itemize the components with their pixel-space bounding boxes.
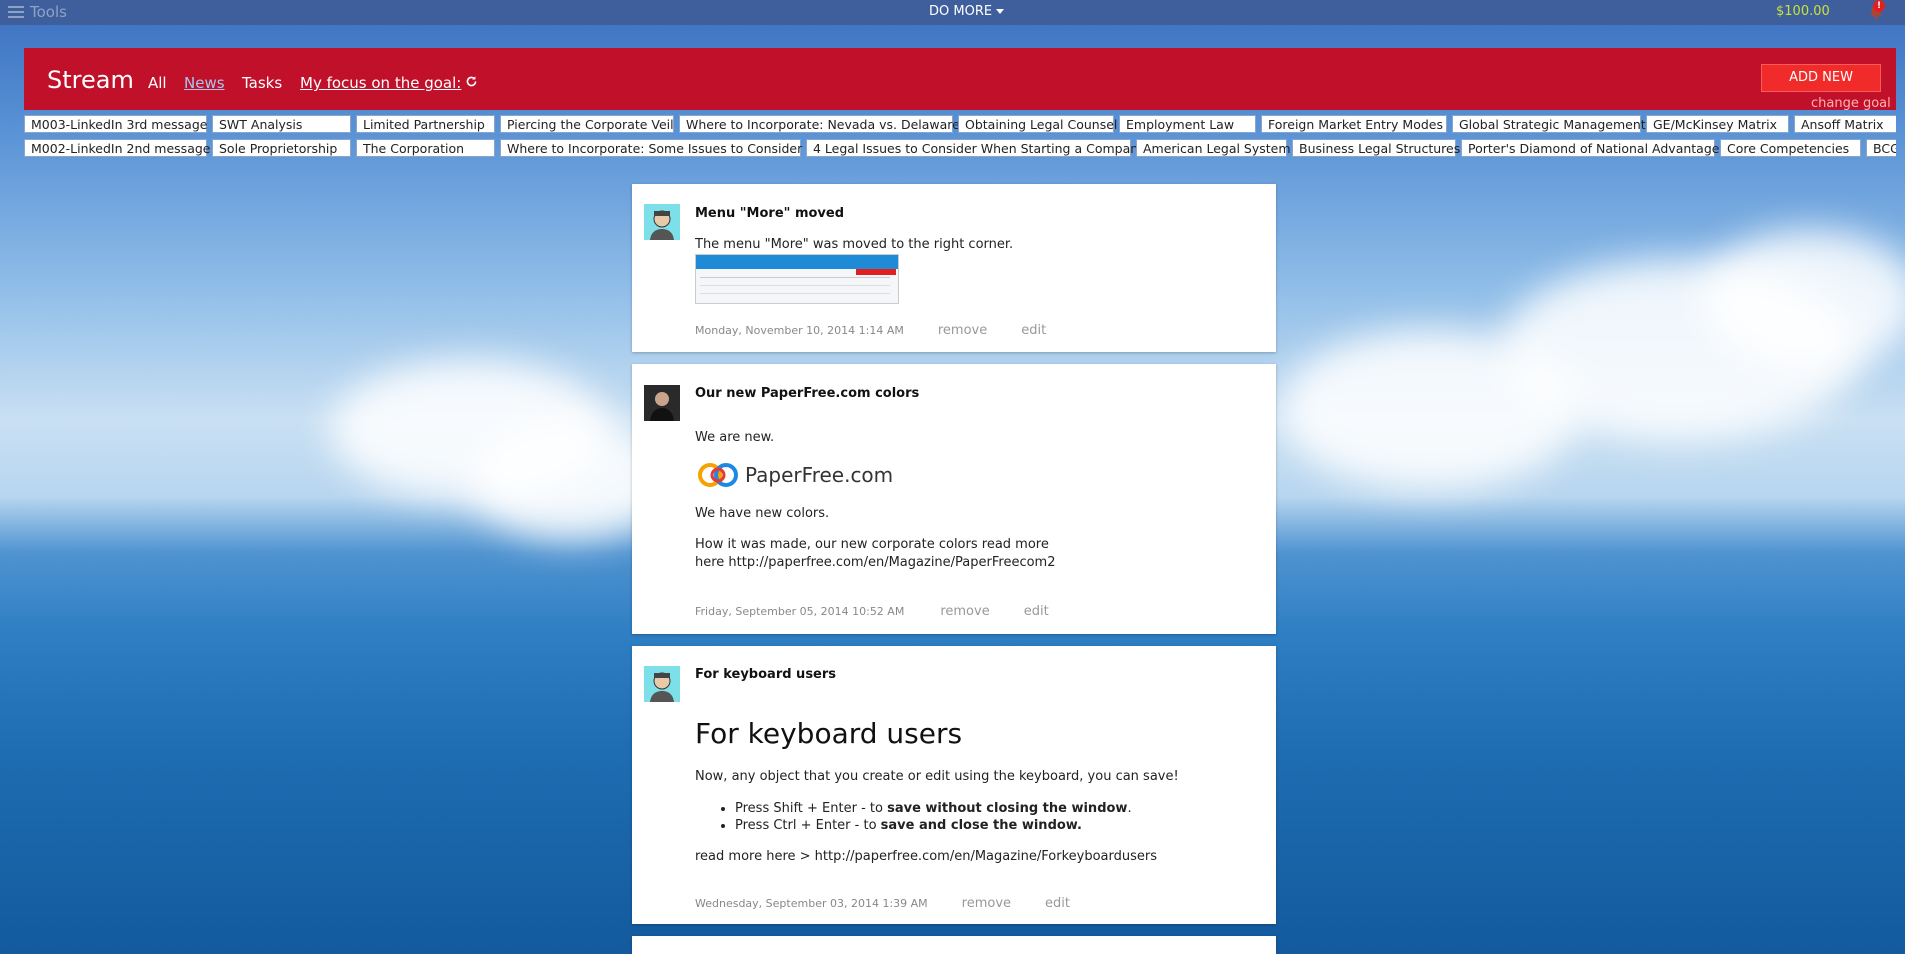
tab-all[interactable]: All xyxy=(148,74,167,92)
tag-chip[interactable]: Porter's Diamond of National Advantage xyxy=(1461,139,1719,157)
tab-my-focus-label: My focus on the goal: xyxy=(300,74,462,92)
post-text: We have new colors. xyxy=(695,506,830,521)
post-bullet-list: Press Shift + Enter - to save without cl… xyxy=(695,799,1132,835)
tag-chip[interactable]: M002-LinkedIn 2nd message xyxy=(24,139,210,157)
stream-header: Stream All News Tasks My focus on the go… xyxy=(24,48,1896,111)
tab-my-focus[interactable]: My focus on the goal: xyxy=(300,74,478,92)
tag-chip[interactable]: M003-LinkedIn 3rd message xyxy=(24,115,207,133)
chevron-down-icon xyxy=(996,9,1005,14)
post-title: Our new PaperFree.com colors xyxy=(695,386,920,401)
tag-chip[interactable]: BCG G xyxy=(1866,139,1896,157)
tag-chip[interactable]: American Legal System xyxy=(1136,139,1291,157)
logo-text: PaperFree.com xyxy=(745,463,894,487)
tag-chip[interactable]: Employment Law xyxy=(1119,115,1256,133)
post-heading: For keyboard users xyxy=(695,717,963,750)
avatar xyxy=(644,204,680,240)
post-title: Menu "More" moved xyxy=(695,206,845,221)
tag-chip[interactable]: Obtaining Legal Counsel xyxy=(958,115,1117,133)
tag-chip[interactable]: 4 Legal Issues to Consider When Starting… xyxy=(806,139,1146,157)
tag-chip[interactable]: Global Strategic Management xyxy=(1452,115,1646,133)
post-title: For keyboard users xyxy=(695,667,837,682)
tag-row-2: M002-LinkedIn 2nd message Sole Proprieto… xyxy=(24,139,1896,157)
avatar xyxy=(644,385,680,421)
news-post: For keyboard users For keyboard users No… xyxy=(632,646,1276,924)
post-text: The menu "More" was moved to the right c… xyxy=(695,237,1014,252)
add-new-button[interactable]: ADD NEW xyxy=(1761,64,1881,92)
paperfree-logo: PaperFree.com xyxy=(695,460,893,490)
edit-link[interactable]: edit xyxy=(1024,604,1049,619)
tag-chip[interactable]: Where to Incorporate: Some Issues to Con… xyxy=(500,139,802,157)
post-meta: Monday, November 10, 2014 1:14 AM remove… xyxy=(695,323,1046,338)
tools-menu-button[interactable]: Tools xyxy=(8,3,67,21)
remove-link[interactable]: remove xyxy=(962,896,1011,911)
edit-link[interactable]: edit xyxy=(1021,323,1046,338)
edit-link[interactable]: edit xyxy=(1045,896,1070,911)
tag-row-1: M003-LinkedIn 3rd message SWT Analysis L… xyxy=(24,115,1896,133)
post-date: Wednesday, September 03, 2014 1:39 AM xyxy=(695,897,928,910)
list-item: Press Ctrl + Enter - to save and close t… xyxy=(735,818,1132,833)
remove-link[interactable]: remove xyxy=(940,604,989,619)
list-item: Press Shift + Enter - to save without cl… xyxy=(735,801,1132,816)
tag-chip[interactable]: Foreign Market Entry Modes xyxy=(1261,115,1447,133)
page-title: Stream xyxy=(47,66,134,94)
tag-chip[interactable]: Limited Partnership xyxy=(356,115,495,133)
notification-badge: ! xyxy=(1873,0,1885,12)
tag-chip[interactable]: The Corporation xyxy=(356,139,495,157)
post-text: We are new. xyxy=(695,430,775,445)
tag-chip[interactable]: GE/McKinsey Matrix xyxy=(1646,115,1789,133)
infinity-logo-icon xyxy=(698,463,738,487)
news-post: Menu "More" moved The menu "More" was mo… xyxy=(632,184,1276,352)
tab-tasks[interactable]: Tasks xyxy=(242,74,282,92)
tag-chip[interactable]: Where to Incorporate: Nevada vs. Delawar… xyxy=(679,115,960,133)
top-bar: Tools DO MORE $100.00 ! xyxy=(0,0,1905,25)
post-meta: Wednesday, September 03, 2014 1:39 AM re… xyxy=(695,896,1070,911)
refresh-icon[interactable] xyxy=(465,75,478,88)
tag-chip[interactable]: SWT Analysis xyxy=(212,115,351,133)
tools-label: Tools xyxy=(30,3,67,21)
post-text: How it was made, our new corporate color… xyxy=(695,537,1049,552)
tag-chip[interactable]: Business Legal Structures xyxy=(1292,139,1460,157)
news-post: Our new PaperFree.com colors We are new.… xyxy=(632,364,1276,634)
post-link-text[interactable]: read more here > http://paperfree.com/en… xyxy=(695,849,1157,864)
news-post xyxy=(632,936,1276,954)
do-more-dropdown[interactable]: DO MORE xyxy=(929,4,1005,19)
tab-news[interactable]: News xyxy=(184,74,225,92)
avatar xyxy=(644,666,680,702)
tag-chip[interactable]: Sole Proprietorship xyxy=(212,139,351,157)
tag-chip[interactable]: Core Competencies xyxy=(1720,139,1861,157)
post-date: Friday, September 05, 2014 10:52 AM xyxy=(695,605,905,618)
remove-link[interactable]: remove xyxy=(938,323,987,338)
change-goal-link[interactable]: change goal xyxy=(1811,96,1891,111)
do-more-label: DO MORE xyxy=(929,4,993,19)
background-cloud xyxy=(1700,230,1905,370)
post-text: Now, any object that you create or edit … xyxy=(695,769,1179,784)
tag-chip[interactable]: Piercing the Corporate Veil xyxy=(500,115,674,133)
post-link-text[interactable]: here http://paperfree.com/en/Magazine/Pa… xyxy=(695,555,1055,570)
hamburger-icon xyxy=(8,6,24,18)
post-meta: Friday, September 05, 2014 10:52 AM remo… xyxy=(695,604,1049,619)
post-date: Monday, November 10, 2014 1:14 AM xyxy=(695,324,904,337)
balance-link[interactable]: $100.00 xyxy=(1776,4,1830,19)
screenshot-thumbnail[interactable] xyxy=(695,254,899,304)
tag-chip[interactable]: Ansoff Matrix xyxy=(1794,115,1896,133)
